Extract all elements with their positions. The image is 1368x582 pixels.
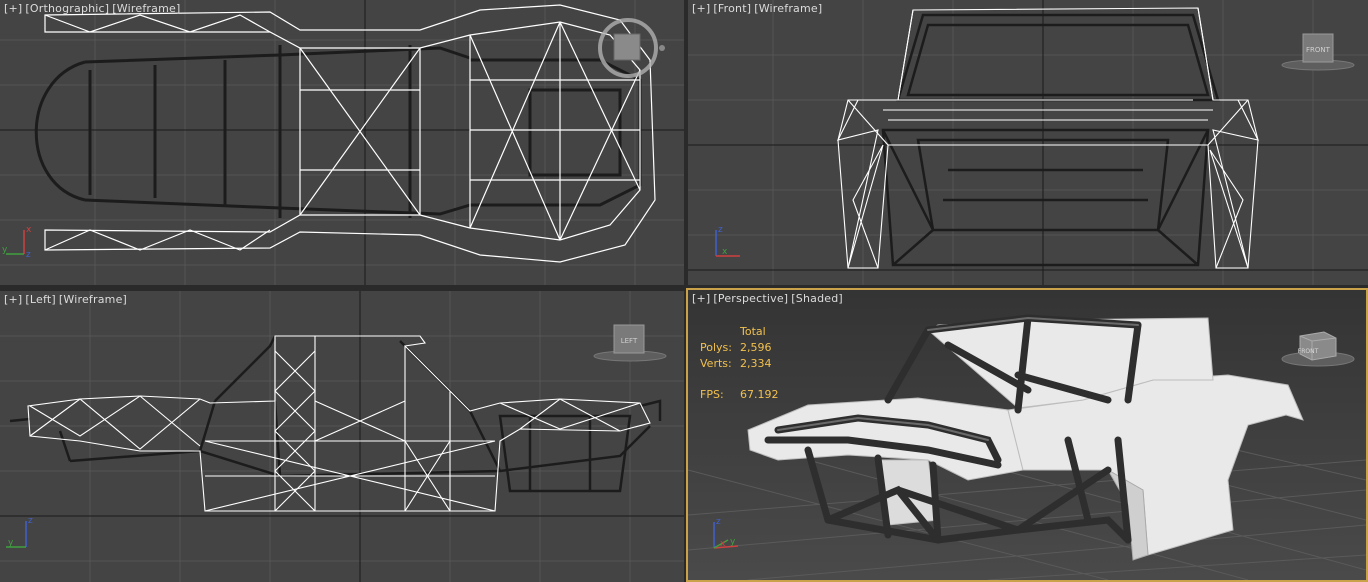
stats-polys-label: Polys: <box>700 341 732 354</box>
axis-tripod: x y z <box>2 225 32 260</box>
viewport-view-name[interactable]: [Perspective] <box>713 292 788 305</box>
viewport-label-left[interactable]: [+] [Left] [Wireframe] <box>4 293 130 306</box>
axis-label-z: z <box>28 516 33 526</box>
viewcube-face-label: FRONT <box>1298 348 1319 355</box>
viewport-menu-plus[interactable]: [+] <box>692 2 710 15</box>
viewcube-face-label: FRONT <box>1306 46 1331 54</box>
viewport-menu-plus[interactable]: [+] <box>4 293 22 306</box>
viewcube-left[interactable]: LEFT <box>592 321 672 365</box>
viewport-menu-plus[interactable]: [+] <box>692 292 710 305</box>
viewcube-perspective[interactable]: FRONT <box>1280 326 1360 370</box>
stats-fps-label: FPS: <box>700 388 724 401</box>
viewcube-face-label: LEFT <box>621 337 638 345</box>
viewport-label-front[interactable]: [+] [Front] [Wireframe] <box>692 2 825 15</box>
viewport-orthographic[interactable]: [+] [Orthographic] [Wireframe] x y z <box>0 0 686 288</box>
axis-label-y: y <box>8 538 14 548</box>
viewport-view-name[interactable]: [Front] <box>713 2 751 15</box>
left-scene <box>0 291 684 582</box>
axis-label-z: z <box>26 250 31 260</box>
orthographic-scene <box>0 0 684 285</box>
viewcube-front[interactable]: FRONT <box>1280 30 1360 74</box>
viewport-view-name[interactable]: [Orthographic] <box>25 2 109 15</box>
viewport-shading-mode[interactable]: [Wireframe] <box>59 293 127 306</box>
viewport-menu-plus[interactable]: [+] <box>4 2 22 15</box>
viewport-front[interactable]: [+] [Front] [Wireframe] FRONT z x <box>686 0 1368 288</box>
axis-label-z: z <box>718 225 723 235</box>
axis-tripod: z y x <box>713 517 739 549</box>
viewport-left[interactable]: [+] [Left] [Wireframe] LEFT z y <box>0 288 686 582</box>
front-scene <box>688 0 1368 285</box>
stats-verts-value: 2,334 <box>740 357 772 370</box>
stats-verts-label: Verts: <box>700 357 732 370</box>
axis-label-z: z <box>716 517 721 527</box>
axis-label-x: x <box>722 247 728 257</box>
axis-label-x: x <box>720 539 726 549</box>
viewcube-orthographic[interactable] <box>596 18 666 80</box>
viewport-perspective[interactable]: [+] [Perspective] [Shaded] Total Polys: 2,5… <box>686 288 1368 582</box>
stats-polys-value: 2,596 <box>740 341 772 354</box>
viewport-shading-mode[interactable]: [Shaded] <box>791 292 843 305</box>
axis-label-y: y <box>730 537 736 547</box>
viewport-view-name[interactable]: [Left] <box>25 293 55 306</box>
stats-fps-value: 67.192 <box>740 388 779 401</box>
viewport-label-perspective[interactable]: [+] [Perspective] [Shaded] <box>692 292 846 305</box>
scene-statistics: Total Polys: 2,596 Verts: 2,334 FPS: 67.192 <box>700 324 779 403</box>
axis-tripod: z y <box>6 516 33 548</box>
viewport-shading-mode[interactable]: [Wireframe] <box>112 2 180 15</box>
axis-label-y: y <box>2 245 8 255</box>
viewport-shading-mode[interactable]: [Wireframe] <box>754 2 822 15</box>
perspective-scene <box>688 314 1366 580</box>
viewport-layout: [+] [Orthographic] [Wireframe] x y z [+]… <box>0 0 1368 582</box>
axis-tripod: z x <box>715 225 740 257</box>
stats-header: Total <box>740 325 766 338</box>
viewport-label-orthographic[interactable]: [+] [Orthographic] [Wireframe] <box>4 2 183 15</box>
axis-label-x: x <box>26 225 32 235</box>
